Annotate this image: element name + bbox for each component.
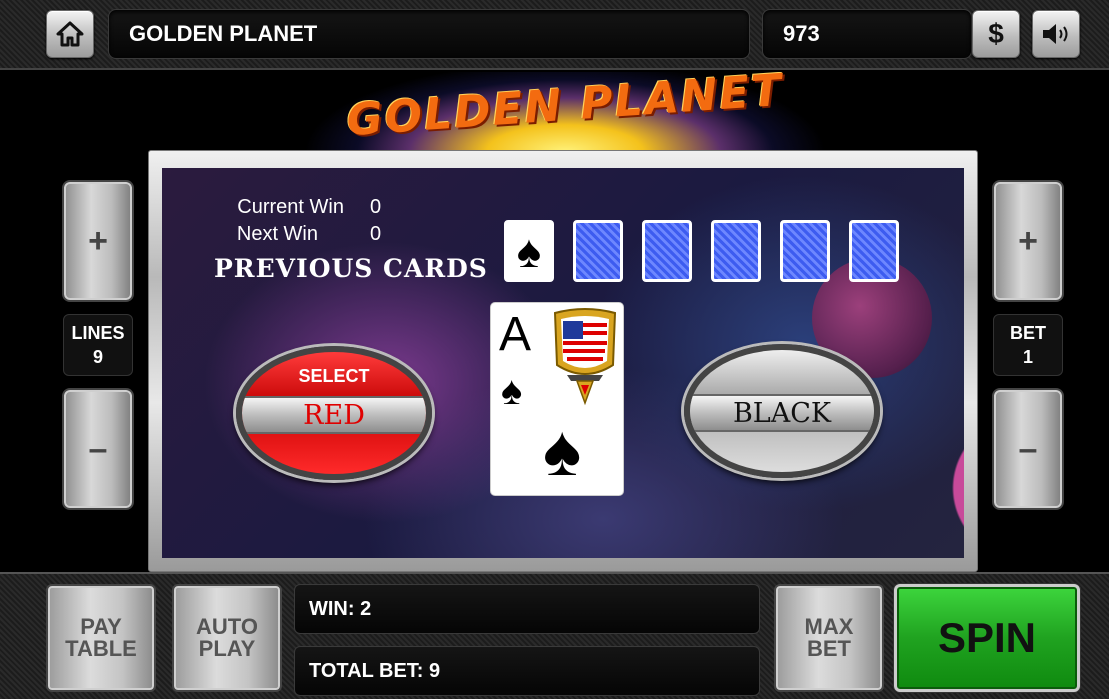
pay-table-label-line1: PAY — [80, 614, 122, 639]
select-red-button[interactable]: SELECT RED — [236, 346, 432, 480]
lines-increase-button[interactable]: + — [62, 180, 134, 302]
bet-increase-button[interactable]: + — [992, 180, 1064, 302]
max-bet-label-line2: BET — [807, 636, 851, 661]
auto-play-label-line2: PLAY — [198, 636, 256, 661]
home-icon — [56, 21, 84, 47]
credits-display: 973 — [762, 9, 972, 59]
spin-label: SPIN — [937, 614, 1037, 661]
gamble-panel: Current Win 0 Next Win 0 PREVIOUS CARDS … — [162, 168, 964, 558]
select-black-button[interactable]: BLACK — [684, 344, 880, 478]
card-suit-large: ♠ — [543, 411, 582, 491]
pay-table-label-line2: TABLE — [65, 636, 137, 661]
spin-button[interactable]: SPIN — [894, 584, 1080, 692]
previous-card: ♠ — [504, 220, 554, 282]
game-title: GOLDEN PLANET — [108, 9, 750, 59]
previous-card-back — [780, 220, 830, 282]
red-label: RED — [242, 396, 426, 434]
auto-play-label-line1: AUTO — [196, 614, 258, 639]
plus-icon: + — [88, 221, 108, 260]
cashier-button[interactable]: $ — [972, 10, 1020, 58]
bet-value: 1 — [1022, 347, 1033, 367]
bet-decrease-button[interactable]: – — [992, 388, 1064, 510]
black-label: BLACK — [690, 394, 874, 432]
dollar-icon: $ — [988, 18, 1004, 49]
bet-label: BET — [1010, 323, 1046, 343]
total-bet-display: TOTAL BET: 9 — [294, 646, 760, 696]
top-bar: GOLDEN PLANET 973 $ — [0, 0, 1109, 70]
previous-card-back — [849, 220, 899, 282]
next-win-label: Next Win — [236, 223, 318, 245]
lines-decrease-button[interactable]: – — [62, 388, 134, 510]
logo-banner: GOLDEN PLANET — [280, 72, 850, 152]
auto-play-button[interactable]: AUTO PLAY — [172, 584, 282, 692]
card-rank: A — [499, 308, 532, 361]
next-win-value: 0 — [370, 223, 382, 245]
minus-icon: – — [88, 429, 108, 468]
minus-icon: – — [1018, 429, 1038, 468]
lines-value: 9 — [92, 347, 103, 367]
spade-icon: ♠ — [516, 225, 542, 277]
lines-display: LINES 9 — [63, 314, 133, 376]
previous-card-back — [642, 220, 692, 282]
speaker-icon — [1043, 24, 1068, 44]
home-button[interactable] — [46, 10, 94, 58]
previous-cards-title: PREVIOUS CARDS — [214, 254, 488, 283]
lines-label: LINES — [71, 323, 125, 343]
max-bet-label-line1: MAX — [804, 614, 854, 639]
max-bet-button[interactable]: MAX BET — [774, 584, 884, 692]
previous-card-back — [573, 220, 623, 282]
current-win-value: 0 — [370, 196, 382, 218]
previous-card-back — [711, 220, 761, 282]
win-display: WIN: 2 — [294, 584, 760, 634]
bet-display: BET 1 — [993, 314, 1063, 376]
current-win-label: Current Win — [237, 196, 344, 218]
card-suit-small: ♠ — [501, 369, 523, 413]
plus-icon: + — [1018, 221, 1038, 260]
current-card: A ♠ ♠ — [490, 302, 624, 496]
flag-shield-icon — [553, 308, 617, 406]
select-label: SELECT — [298, 366, 370, 386]
sound-button[interactable] — [1032, 10, 1080, 58]
game-logo: GOLDEN PLANET — [344, 72, 785, 147]
bottom-bar: PAY TABLE AUTO PLAY WIN: 2 TOTAL BET: 9 … — [0, 572, 1109, 699]
pay-table-button[interactable]: PAY TABLE — [46, 584, 156, 692]
